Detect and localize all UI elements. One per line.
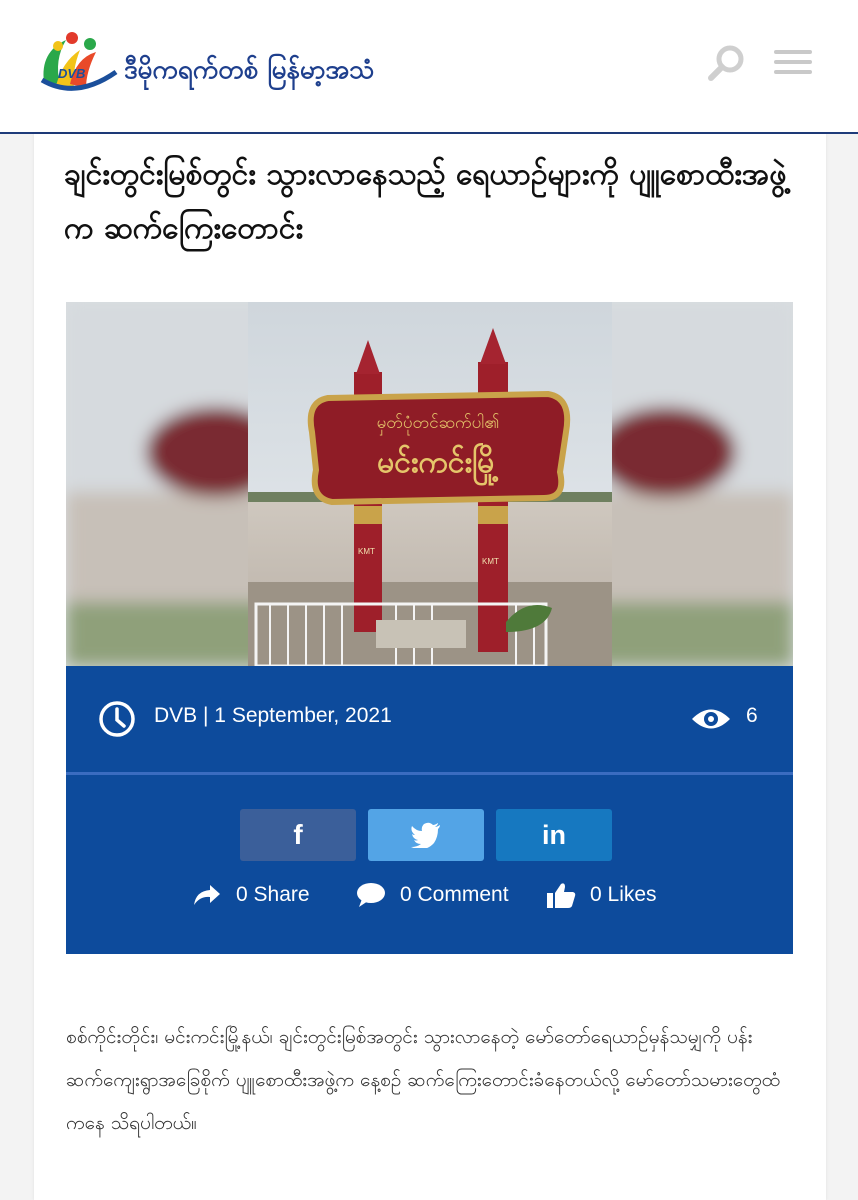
share-count[interactable]: 0 Share (192, 877, 310, 913)
sign-top-text: မှတ်ပုံတင်ဆက်ပါ၏ (377, 412, 500, 436)
share-panel: f in 0 Share 0 Comment 0 Likes (66, 775, 793, 954)
eye-icon (692, 709, 730, 729)
search-icon[interactable] (706, 44, 746, 84)
linkedin-icon: in (542, 819, 566, 850)
brand-name[interactable]: ဒီမိုကရက်တစ် မြန်မာ့အသံ (124, 52, 374, 91)
article-title[interactable]: ချင်းတွင်းမြစ်တွင်း သွားလာနေသည့် ရေယာဉ်မ… (64, 148, 804, 256)
article-image[interactable]: မှတ်ပုံတင်ဆက်ပါ၏ မင်းကင်းမြို့ KMT KMT (66, 302, 793, 666)
author-date: DVB | 1 September, 2021 (154, 704, 392, 727)
article-meta-bar: DVB | 1 September, 2021 6 (66, 666, 793, 772)
linkedin-share-button[interactable]: in (496, 809, 612, 861)
logo-abbreviation: DVB (58, 66, 86, 81)
comment-count[interactable]: 0 Comment (356, 877, 509, 913)
view-count: 6 (746, 704, 758, 727)
likes-count[interactable]: 0 Likes (546, 877, 657, 913)
twitter-share-button[interactable] (368, 809, 484, 861)
facebook-share-button[interactable]: f (240, 809, 356, 861)
article-body: စစ်ကိုင်းတိုင်း၊ မင်းကင်းမြို့နယ်၊ ချင်း… (66, 1026, 780, 1134)
article-card: ချင်းတွင်းမြစ်တွင်း သွားလာနေသည့် ရေယာဉ်မ… (34, 134, 826, 1200)
clock-icon (99, 701, 135, 737)
share-count-label: 0 Share (236, 883, 310, 906)
pillar-label-left: KMT (358, 547, 375, 556)
twitter-icon (411, 822, 440, 848)
facebook-icon: f (293, 819, 303, 850)
comment-bubble-icon (357, 883, 385, 907)
comment-count-label: 0 Comment (400, 883, 509, 906)
share-arrow-icon (194, 885, 220, 905)
site-header: DVB ဒီမိုကရက်တစ် မြန်မာ့အသံ (0, 0, 858, 134)
hamburger-menu-icon[interactable] (774, 50, 812, 78)
pillar-label-right: KMT (482, 557, 499, 566)
thumbs-up-icon (547, 883, 576, 908)
likes-count-label: 0 Likes (590, 883, 657, 906)
